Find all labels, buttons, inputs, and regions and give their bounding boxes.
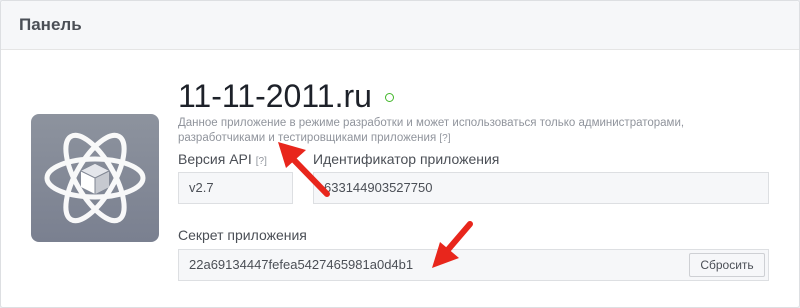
annotation-arrows [278,142,473,268]
red-arrow-icon [278,142,330,197]
red-arrow-icon [432,221,473,268]
